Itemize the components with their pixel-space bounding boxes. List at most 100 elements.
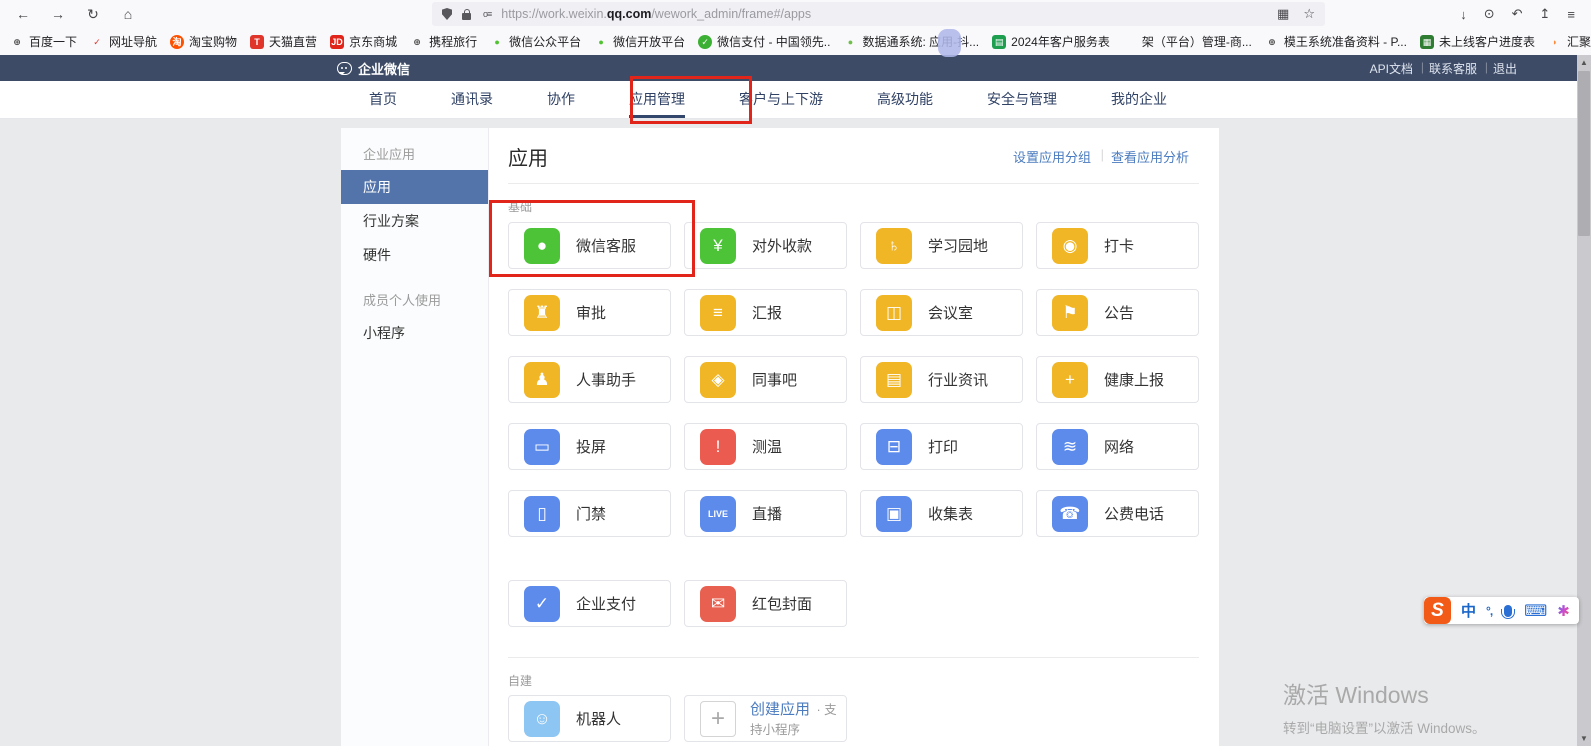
app-card[interactable]: ! 测温 bbox=[684, 423, 847, 470]
app-card[interactable]: ✓ 企业支付 bbox=[508, 580, 671, 627]
nav-tab-label: 协作 bbox=[547, 91, 575, 107]
app-card[interactable]: ≋ 网络 bbox=[1036, 423, 1199, 470]
keyboard-icon[interactable]: ⌨ bbox=[1524, 601, 1547, 621]
base-app-grid: ● 微信客服 ¥ 对外收款 ♄ 学习园地 ◉ 打卡 bbox=[508, 222, 1199, 537]
url-bar[interactable]: o≡ https://work.weixin.qq.com/wework_adm… bbox=[432, 2, 1325, 26]
bookmark-item[interactable]: ◗ 汇聚支付 bbox=[1548, 33, 1591, 50]
app-label: 人事助手 bbox=[576, 369, 636, 390]
app-card[interactable]: ⚑ 公告 bbox=[1036, 289, 1199, 336]
sidebar-gap bbox=[341, 272, 488, 286]
reload-icon[interactable]: ↻ bbox=[81, 6, 105, 23]
nav-tab[interactable]: 我的企业 bbox=[1084, 81, 1194, 118]
app-card[interactable]: ♜ 审批 bbox=[508, 289, 671, 336]
app-card[interactable]: LIVE 直播 bbox=[684, 490, 847, 537]
bookmark-label: 天猫直营 bbox=[269, 33, 317, 50]
back-icon[interactable]: ← bbox=[11, 6, 35, 22]
scroll-up-icon[interactable]: ▲ bbox=[1577, 55, 1591, 70]
app-card[interactable]: ♟ 人事助手 bbox=[508, 356, 671, 403]
ime-language-toggle[interactable]: 中 bbox=[1461, 600, 1476, 621]
bookmark-item[interactable]: 淘 淘宝购物 bbox=[170, 33, 237, 50]
microphone-icon[interactable] bbox=[1504, 605, 1512, 617]
bookmark-item[interactable]: ● 微信开放平台 bbox=[594, 33, 685, 50]
bookmark-item[interactable]: ✓ 网址导航 bbox=[90, 33, 157, 50]
app-card[interactable]: ◈ 同事吧 bbox=[684, 356, 847, 403]
brand-name: 企业微信 bbox=[358, 59, 410, 78]
nav-tab[interactable]: 高级功能 bbox=[850, 81, 960, 118]
qr-scan-icon[interactable]: ▦ bbox=[1277, 6, 1289, 22]
history-undo-icon[interactable]: ↶ bbox=[1512, 6, 1523, 22]
app-card[interactable]: ◫ 会议室 bbox=[860, 289, 1023, 336]
bookmark-item[interactable]: ▦ 未上线客户进度表 bbox=[1420, 33, 1535, 50]
ime-punctuation-toggle[interactable]: °, bbox=[1486, 604, 1492, 618]
app-card[interactable]: ✉ 红包封面 bbox=[684, 580, 847, 627]
app-card[interactable]: ▭ 投屏 bbox=[508, 423, 671, 470]
app-label: 对外收款 bbox=[752, 235, 812, 256]
app-card[interactable]: ● 微信客服 bbox=[508, 222, 671, 269]
sidebar-item[interactable]: 行业方案 bbox=[341, 204, 488, 238]
bookmark-star-icon[interactable]: ☆ bbox=[1303, 6, 1315, 22]
sidebar-item[interactable]: 应用 bbox=[341, 170, 488, 204]
account-icon[interactable]: ⊙ bbox=[1484, 6, 1495, 22]
scrollbar-thumb[interactable] bbox=[1578, 71, 1590, 236]
bookmark-item[interactable]: ▤ 2024年客户服务表 bbox=[992, 33, 1110, 50]
app-card[interactable]: ≡ 汇报 bbox=[684, 289, 847, 336]
content-panel: 企业应用 应用 行业方案 硬件 成员个人使用 小程序 bbox=[341, 128, 1219, 746]
bookmark-item[interactable]: ⊕ 模王系统准备资料 - P... bbox=[1265, 33, 1407, 50]
permissions-icon[interactable]: o≡ bbox=[483, 9, 491, 19]
location-pin-icon: ◉ bbox=[1052, 228, 1088, 264]
page-action-link[interactable]: 查看应用分析 bbox=[1101, 147, 1199, 166]
site-header: 企业微信 API文档 联系客服 退出 bbox=[0, 55, 1577, 81]
sogou-ime-bar: S 中 °, ⌨ ✱ bbox=[1424, 597, 1579, 624]
scroll-down-icon[interactable]: ▼ bbox=[1577, 731, 1591, 746]
forward-icon[interactable]: → bbox=[46, 6, 70, 22]
bookmark-item[interactable]: T 天猫直营 bbox=[250, 33, 317, 50]
meeting-room-icon: ◫ bbox=[876, 295, 912, 331]
download-icon[interactable]: ↓ bbox=[1460, 7, 1467, 22]
app-card[interactable]: + 健康上报 bbox=[1036, 356, 1199, 403]
nav-tab[interactable]: 安全与管理 bbox=[960, 81, 1084, 118]
home-icon[interactable]: ⌂ bbox=[116, 6, 140, 22]
header-link[interactable]: 退出 bbox=[1485, 60, 1525, 77]
bookmark-item[interactable]: ✓ 微信支付 - 中国领先.. bbox=[698, 33, 830, 50]
nav-tab[interactable]: 应用管理 bbox=[602, 81, 712, 118]
app-card[interactable]: ◉ 打卡 bbox=[1036, 222, 1199, 269]
sidebar-item[interactable]: 小程序 bbox=[341, 316, 488, 350]
lock-icon[interactable] bbox=[462, 13, 471, 20]
app-card[interactable]: ☎ 公费电话 bbox=[1036, 490, 1199, 537]
stamp-icon: ♜ bbox=[524, 295, 560, 331]
bookmark-label: 汇聚支付 bbox=[1567, 33, 1591, 50]
bookmark-item[interactable]: JD 京东商城 bbox=[330, 33, 397, 50]
app-card[interactable]: ▯ 门禁 bbox=[508, 490, 671, 537]
sogou-logo-icon[interactable]: S bbox=[1424, 597, 1451, 624]
ime-skin-icon[interactable]: ✱ bbox=[1557, 602, 1570, 620]
create-app-card[interactable]: + 创建应用 · 支持小程序 bbox=[684, 695, 847, 742]
tracking-shield-icon[interactable] bbox=[442, 8, 452, 20]
nav-tab[interactable]: 客户与上下游 bbox=[712, 81, 850, 118]
page-action-link[interactable]: 设置应用分组 bbox=[1003, 147, 1101, 166]
menu-icon[interactable]: ≡ bbox=[1567, 7, 1575, 22]
planet-icon: ♄ bbox=[876, 228, 912, 264]
bookmark-favicon: 淘 bbox=[170, 35, 184, 49]
send-tab-icon[interactable]: ↥ bbox=[1540, 6, 1551, 22]
sidebar-item[interactable]: 硬件 bbox=[341, 238, 488, 272]
page-scrollbar[interactable]: ▲ ▼ bbox=[1577, 55, 1591, 746]
sidebar-group-header: 成员个人使用 bbox=[341, 286, 488, 316]
nav-tab[interactable]: 通讯录 bbox=[424, 81, 520, 118]
bookmark-label: 淘宝购物 bbox=[189, 33, 237, 50]
app-label: 公费电话 bbox=[1104, 503, 1164, 524]
app-card[interactable]: ⊟ 打印 bbox=[860, 423, 1023, 470]
bookmark-item[interactable]: 架（平台）管理-商... bbox=[1123, 33, 1252, 50]
app-card[interactable]: ▣ 收集表 bbox=[860, 490, 1023, 537]
bookmark-item[interactable]: ⊕ 百度一下 bbox=[10, 33, 77, 50]
header-link[interactable]: API文档 bbox=[1362, 60, 1421, 77]
browser-chrome: ← → ↻ ⌂ o≡ https://work.weixin.qq.com/we… bbox=[0, 0, 1591, 55]
bookmark-item[interactable]: ● 微信公众平台 bbox=[490, 33, 581, 50]
app-card[interactable]: ▤ 行业资讯 bbox=[860, 356, 1023, 403]
app-card[interactable]: ♄ 学习园地 bbox=[860, 222, 1023, 269]
app-card[interactable]: ¥ 对外收款 bbox=[684, 222, 847, 269]
bookmark-item[interactable]: ⊕ 携程旅行 bbox=[410, 33, 477, 50]
header-link[interactable]: 联系客服 bbox=[1421, 60, 1485, 77]
nav-tab[interactable]: 协作 bbox=[520, 81, 602, 118]
app-card[interactable]: ☺ 机器人 bbox=[508, 695, 671, 742]
nav-tab[interactable]: 首页 bbox=[342, 81, 424, 118]
